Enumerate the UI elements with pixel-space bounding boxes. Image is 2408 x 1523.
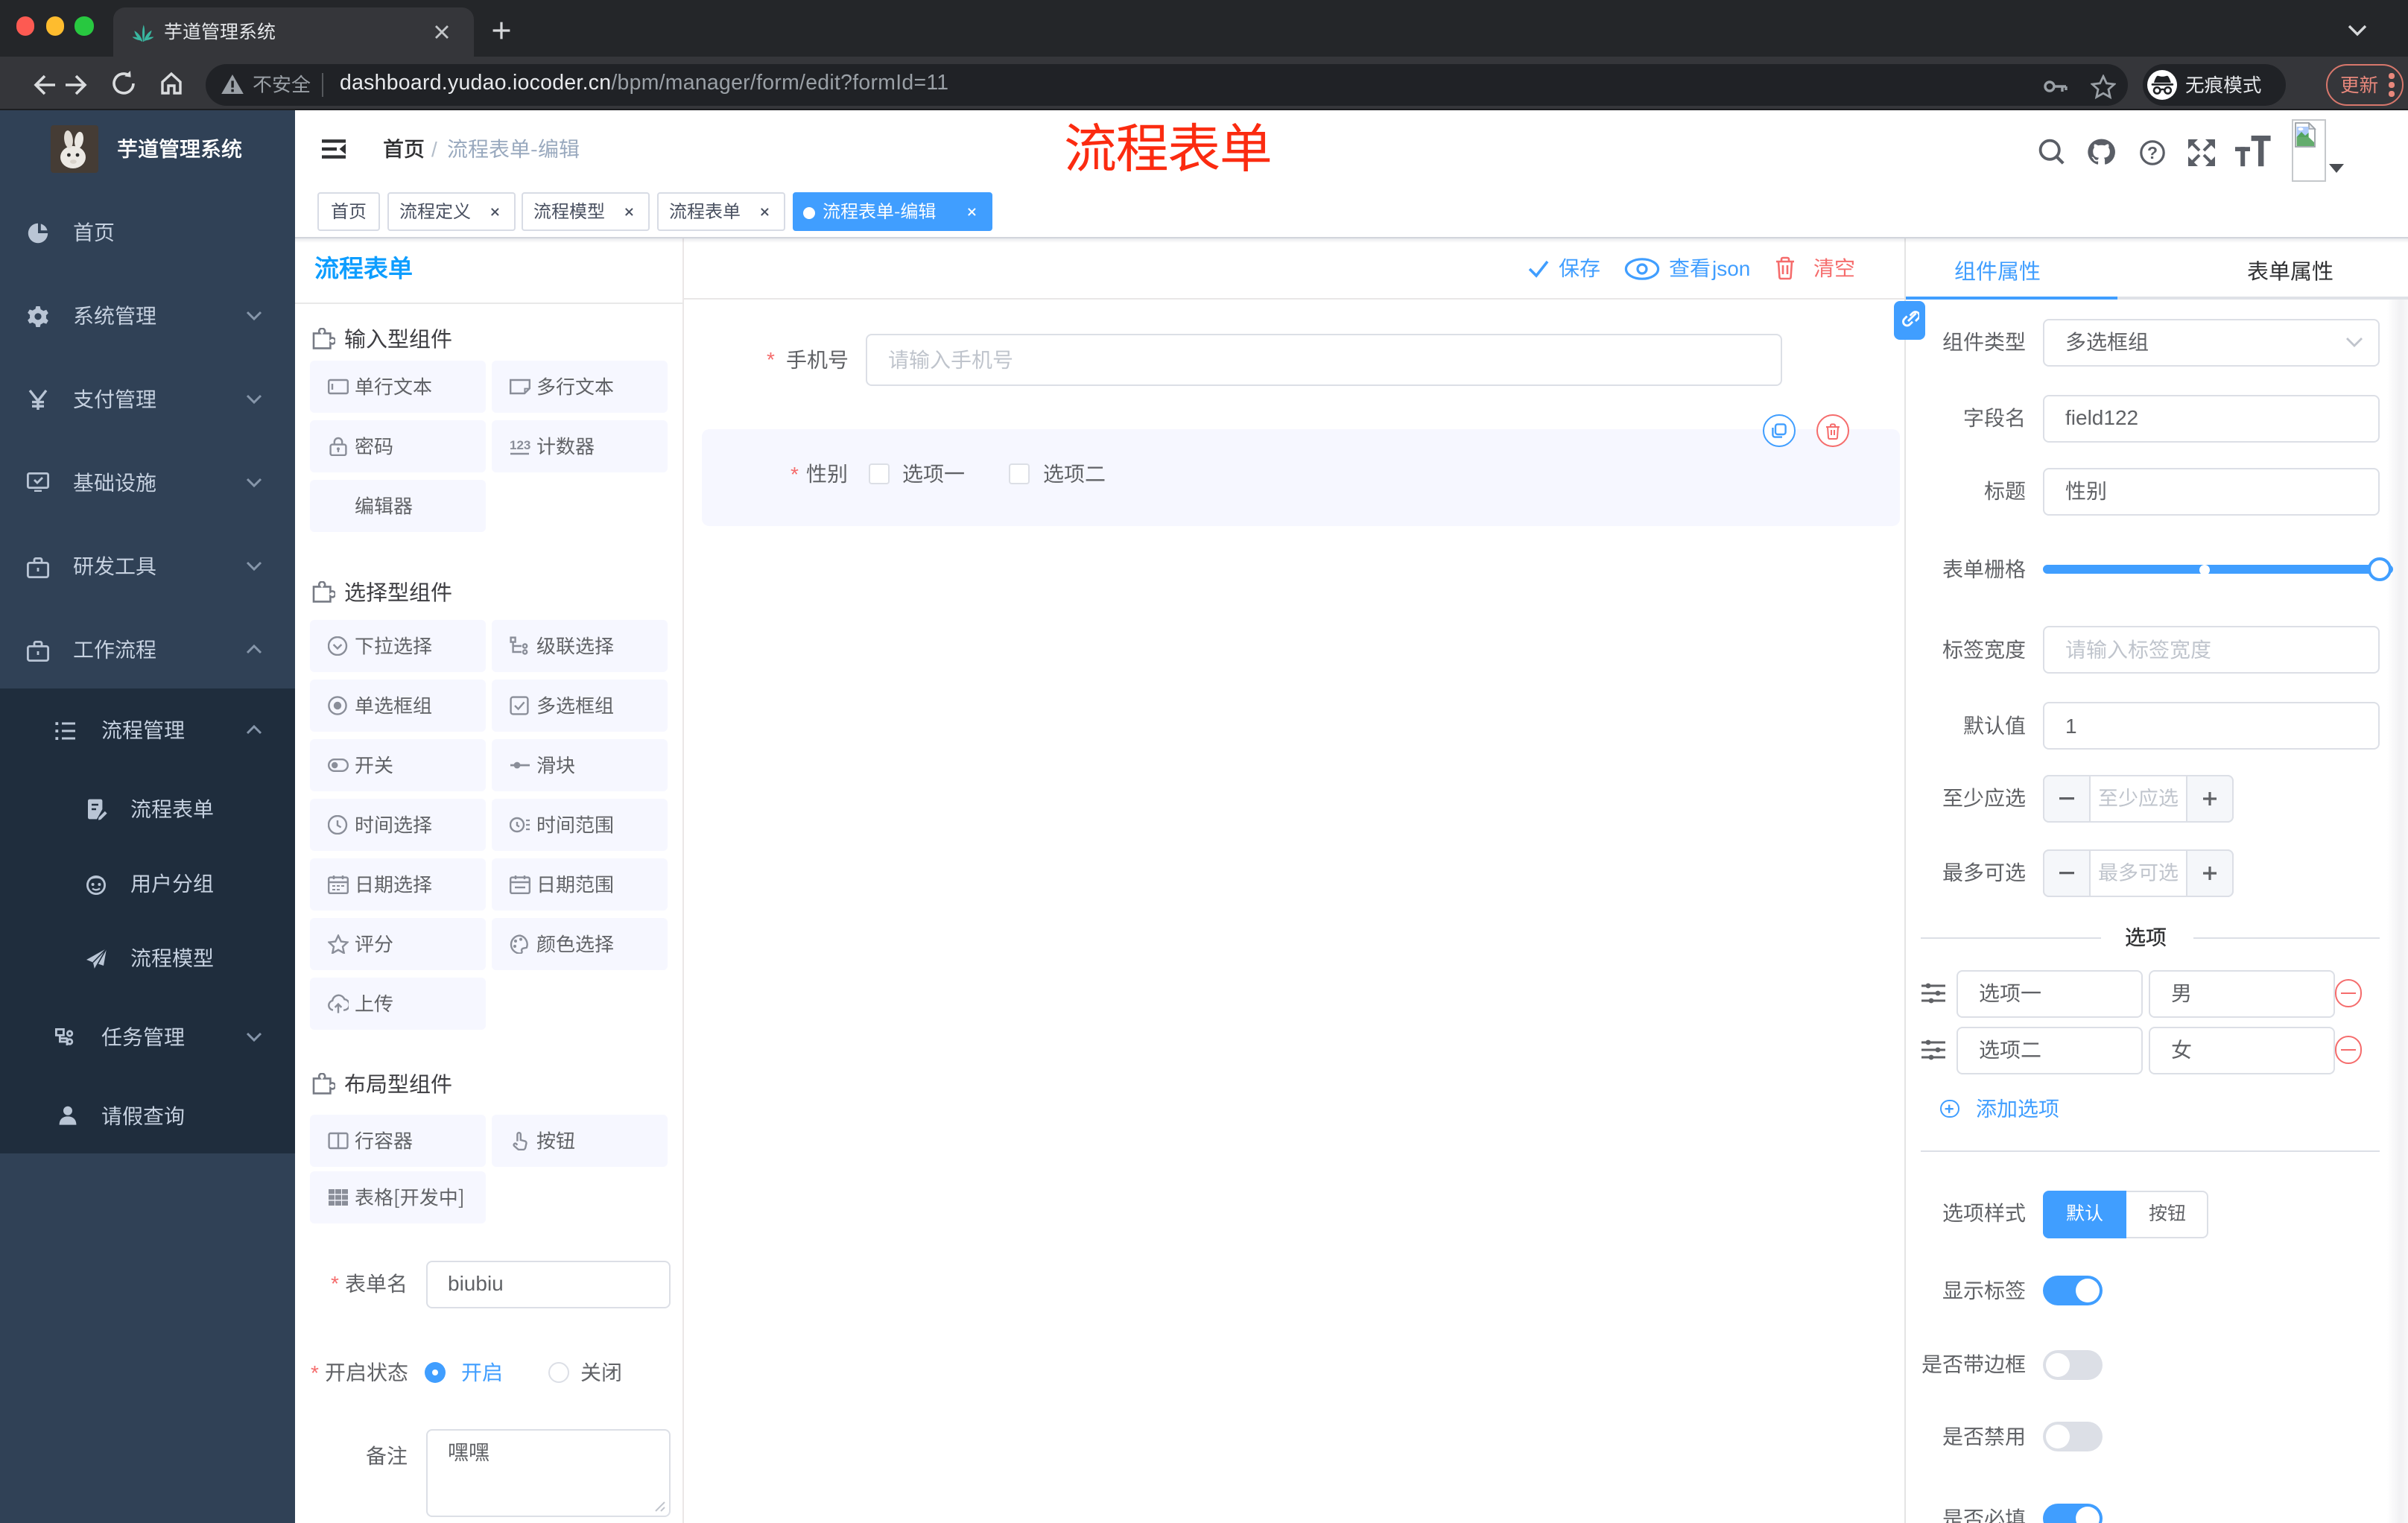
svg-text:?: ? [2147, 142, 2158, 162]
svg-text:123: 123 [509, 438, 530, 452]
